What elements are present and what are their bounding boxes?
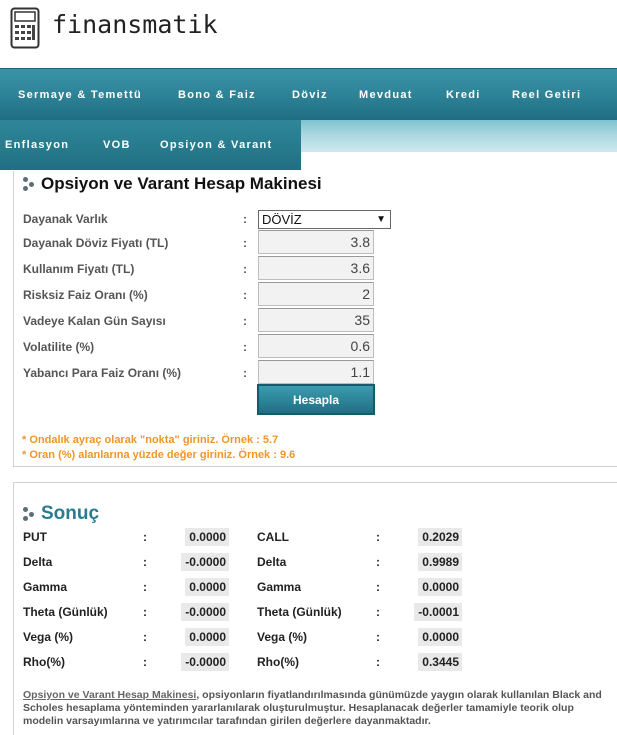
colon: : bbox=[143, 555, 147, 569]
result-label-delta: Delta bbox=[23, 555, 53, 569]
label-volatilite: Volatilite (%) bbox=[23, 340, 95, 354]
description-link[interactable]: Opsiyon ve Varant Hesap Makinesi bbox=[23, 689, 196, 701]
secondary-nav: Enflasyon VOB Opsiyon & Varant bbox=[0, 120, 301, 170]
colon: : bbox=[376, 630, 380, 644]
result-value-call: 0.2029 bbox=[418, 528, 462, 546]
dropdown-arrow-icon: ▼ bbox=[376, 214, 386, 225]
colon: : bbox=[143, 530, 147, 544]
result-value-call-vega: 0.0000 bbox=[418, 628, 462, 646]
label-kullanim-fiyati: Kullanım Fiyatı (TL) bbox=[23, 262, 135, 276]
risksiz-faiz-input[interactable]: 2 bbox=[258, 282, 374, 306]
result-value-vega: 0.0000 bbox=[185, 628, 229, 646]
colon: : bbox=[243, 340, 247, 354]
result-label-call-theta: Theta (Günlük) bbox=[257, 605, 342, 619]
bullet-icon bbox=[23, 177, 35, 191]
result-label-call: CALL bbox=[257, 530, 289, 544]
nav-reel-getiri[interactable]: Reel Getiri bbox=[512, 69, 581, 120]
nav-vob[interactable]: VOB bbox=[103, 120, 131, 170]
colon: : bbox=[143, 580, 147, 594]
label-yabanci-faiz: Yabancı Para Faiz Oranı (%) bbox=[23, 366, 182, 380]
result-value-theta: -0.0000 bbox=[181, 603, 229, 621]
result-value-rho: -0.0000 bbox=[181, 653, 229, 671]
yabanci-faiz-input[interactable]: 1.1 bbox=[258, 360, 374, 384]
calculator-title: Opsiyon ve Varant Hesap Makinesi bbox=[23, 174, 322, 194]
nav-sermaye-temettu[interactable]: Sermaye & Temettü bbox=[18, 69, 142, 120]
nav-kredi[interactable]: Kredi bbox=[446, 69, 481, 120]
result-value-call-delta: 0.9989 bbox=[418, 553, 462, 571]
calculator-title-text: Opsiyon ve Varant Hesap Makinesi bbox=[41, 174, 322, 193]
colon: : bbox=[143, 655, 147, 669]
note-decimal: * Ondalık ayraç olarak "nokta" giriniz. … bbox=[22, 434, 279, 446]
hesapla-button[interactable]: Hesapla bbox=[257, 384, 375, 415]
result-value-delta: -0.0000 bbox=[181, 553, 229, 571]
result-title-text: Sonuç bbox=[41, 503, 100, 524]
colon: : bbox=[243, 366, 247, 380]
brand-name: finansmatik bbox=[52, 9, 218, 39]
label-risksiz-faiz: Risksiz Faiz Oranı (%) bbox=[23, 288, 148, 302]
dayanak-varlik-select[interactable]: DÖVİZ ▼ bbox=[258, 210, 391, 229]
result-title: Sonuç bbox=[23, 503, 99, 525]
colon: : bbox=[243, 212, 247, 226]
nav-mevduat[interactable]: Mevduat bbox=[359, 69, 413, 120]
label-doviz-fiyati: Dayanak Döviz Fiyatı (TL) bbox=[23, 236, 169, 250]
result-value-put: 0.0000 bbox=[185, 528, 229, 546]
colon: : bbox=[243, 288, 247, 302]
colon: : bbox=[376, 555, 380, 569]
bullet-icon bbox=[23, 507, 35, 521]
colon: : bbox=[243, 262, 247, 276]
result-label-gamma: Gamma bbox=[23, 580, 68, 594]
colon: : bbox=[143, 630, 147, 644]
result-label-call-gamma: Gamma bbox=[257, 580, 302, 594]
nav-doviz[interactable]: Döviz bbox=[292, 69, 328, 120]
label-dayanak-varlik: Dayanak Varlık bbox=[23, 212, 108, 226]
description-text: Opsiyon ve Varant Hesap Makinesi, opsiyo… bbox=[23, 689, 613, 728]
result-label-theta: Theta (Günlük) bbox=[23, 605, 108, 619]
nav-bono-faiz[interactable]: Bono & Faiz bbox=[178, 69, 256, 120]
result-value-call-rho: 0.3445 bbox=[418, 653, 462, 671]
colon: : bbox=[376, 580, 380, 594]
result-label-call-rho: Rho(%) bbox=[257, 655, 299, 669]
result-label-vega: Vega (%) bbox=[23, 630, 74, 644]
volatilite-input[interactable]: 0.6 bbox=[258, 334, 374, 358]
colon: : bbox=[376, 655, 380, 669]
colon: : bbox=[243, 314, 247, 328]
result-label-call-vega: Vega (%) bbox=[257, 630, 308, 644]
colon: : bbox=[376, 605, 380, 619]
result-value-call-gamma: 0.0000 bbox=[418, 578, 462, 596]
select-value: DÖVİZ bbox=[262, 212, 302, 227]
note-percent: * Oran (%) alanlarına yüzde değer girini… bbox=[22, 449, 296, 461]
result-label-put: PUT bbox=[23, 530, 47, 544]
colon: : bbox=[243, 236, 247, 250]
doviz-fiyati-input[interactable]: 3.8 bbox=[258, 230, 374, 254]
colon: : bbox=[143, 605, 147, 619]
result-value-call-theta: -0.0001 bbox=[414, 603, 462, 621]
main-nav: Sermaye & Temettü Bono & Faiz Döviz Mevd… bbox=[0, 68, 617, 120]
nav-opsiyon-varant[interactable]: Opsiyon & Varant bbox=[160, 120, 273, 170]
brand-logo[interactable]: finansmatik bbox=[10, 6, 218, 50]
result-label-rho: Rho(%) bbox=[23, 655, 65, 669]
label-vade-gun: Vadeye Kalan Gün Sayısı bbox=[23, 314, 166, 328]
colon: : bbox=[376, 530, 380, 544]
vade-gun-input[interactable]: 35 bbox=[258, 308, 374, 332]
nav-enflasyon[interactable]: Enflasyon bbox=[5, 120, 69, 170]
result-label-call-delta: Delta bbox=[257, 555, 287, 569]
kullanim-fiyati-input[interactable]: 3.6 bbox=[258, 256, 374, 280]
result-value-gamma: 0.0000 bbox=[185, 578, 229, 596]
calculator-icon bbox=[10, 7, 40, 49]
